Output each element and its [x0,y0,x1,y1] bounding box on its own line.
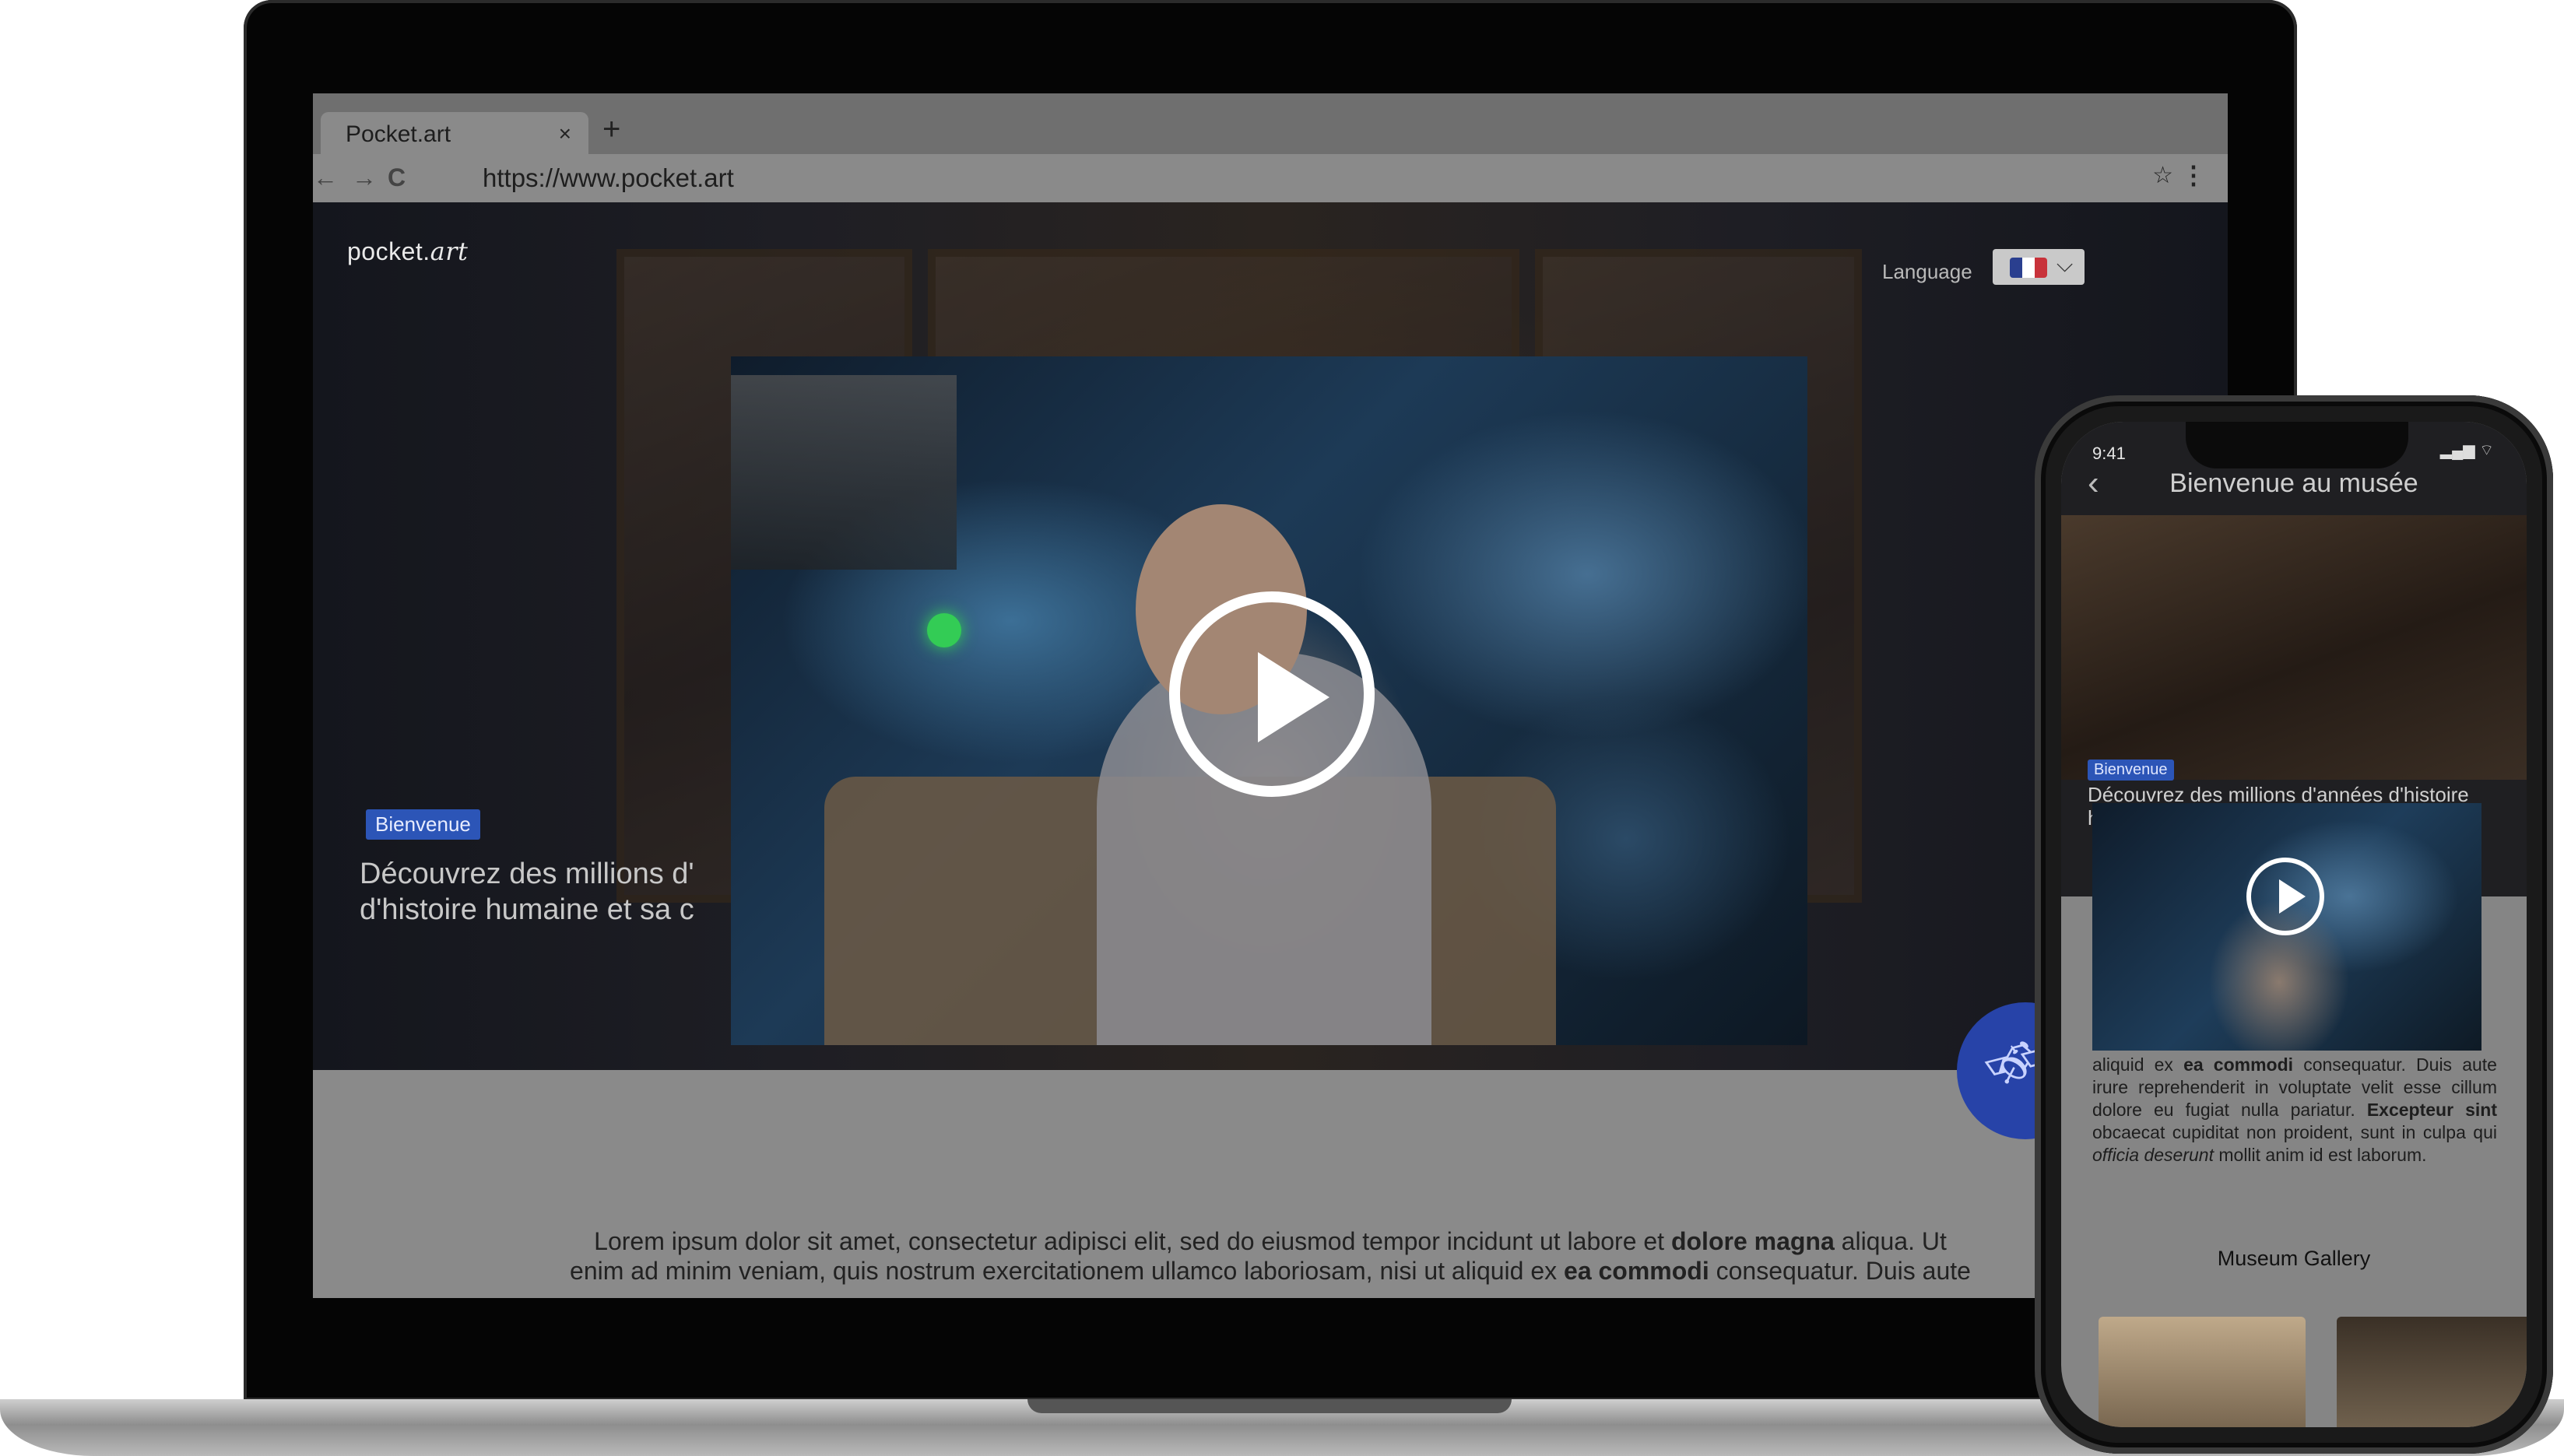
phone-title: Bienvenue au musée [2169,468,2418,498]
phone-screen: 9:41 ▂▄▆ ⌔ ‹ Bienvenue au musée Bienvenu… [2061,422,2527,1427]
close-icon[interactable]: × [559,121,571,146]
forward-icon[interactable]: → [352,162,377,193]
phone-welcome-badge: Bienvenue [2088,760,2174,781]
gallery-heading: Museum Gallery [2217,1247,2371,1270]
bookmark-star-icon[interactable]: ☆ [2152,162,2173,189]
language-label: Language [1882,260,1972,283]
chevron-down-icon: ⌵ [2056,252,2074,276]
signal-wifi-icon: ▂▄▆ ⌔ [2439,442,2494,459]
language-select[interactable]: ⌵ [1993,249,2085,285]
url-input[interactable]: https://www.pocket.art [483,163,734,193]
phone-hero-painting [2061,515,2527,780]
status-time: 9:41 [2092,444,2126,463]
new-tab-icon[interactable]: + [602,112,620,146]
phone-notch [2186,422,2408,468]
site-logo[interactable]: pocket.art [347,237,468,266]
phone-frame: 9:41 ▂▄▆ ⌔ ‹ Bienvenue au musée Bienvenu… [2035,395,2553,1454]
video-frame-light [927,613,961,647]
video-frame-monitor [731,375,957,570]
laptop-hinge [1027,1399,1512,1413]
gallery-thumbnail[interactable] [2337,1317,2527,1427]
hero-heading: Découvrez des millions d' d'histoire hum… [360,858,694,926]
france-flag-icon [2010,258,2047,278]
play-icon[interactable] [1169,591,1375,797]
reload-icon[interactable]: C [388,162,406,193]
body-paragraph: Lorem ipsum dolor sit amet, consectetur … [570,1227,1971,1285]
gallery-thumbnail[interactable] [2099,1317,2306,1427]
tab-title: Pocket.art [346,121,451,147]
phone-play-icon[interactable] [2246,858,2324,935]
welcome-badge: Bienvenue [366,809,480,840]
browser-tabbar: Pocket.art × + [313,93,2228,154]
address-bar: ← → C https://www.pocket.art ☆ ⋮ [313,154,2228,202]
browser-menu-icon[interactable]: ⋮ [2181,160,2206,190]
back-icon[interactable]: ← [313,162,338,193]
phone-body-paragraph: aliquid ex ea commodi consequatur. Duis … [2092,1054,2498,1165]
browser-tab[interactable]: Pocket.art × [321,112,588,154]
